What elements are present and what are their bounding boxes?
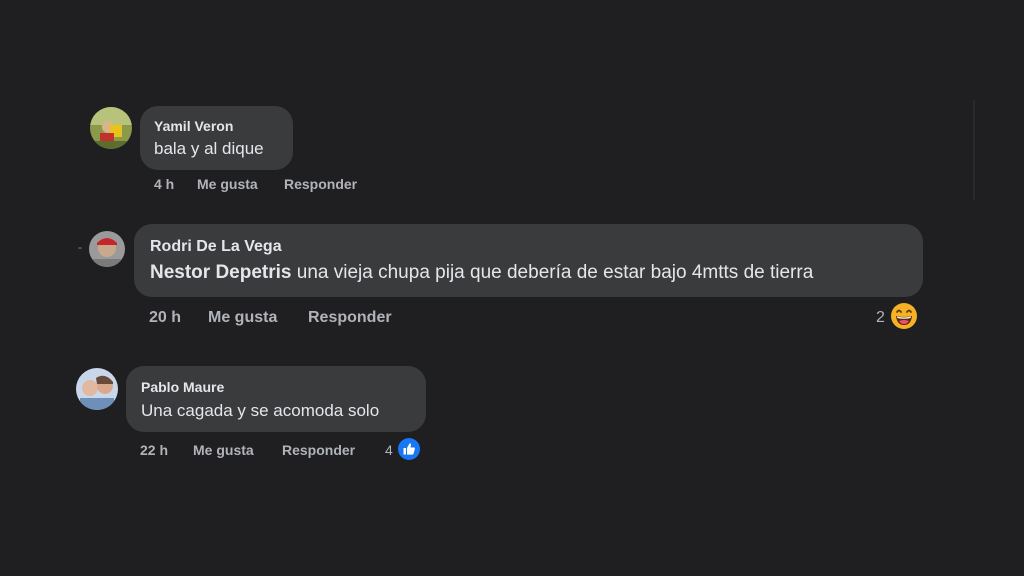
comment-author[interactable]: Rodri De La Vega xyxy=(150,238,282,256)
comment-author[interactable]: Yamil Veron xyxy=(154,118,233,134)
reply-button[interactable]: Responder xyxy=(282,442,355,458)
avatar[interactable] xyxy=(76,368,118,410)
comment-timestamp[interactable]: 4 h xyxy=(154,176,174,192)
avatar-photo xyxy=(90,107,132,149)
like-button[interactable]: Me gusta xyxy=(208,309,277,327)
thread-marker: - xyxy=(78,240,82,254)
comment-text: Una cagada y se acomoda solo xyxy=(141,401,380,420)
comment-text: bala y al dique xyxy=(154,139,264,158)
comment-bubble xyxy=(140,106,293,170)
comment-bubble xyxy=(126,366,426,432)
reaction-count[interactable]: 2 xyxy=(876,309,885,327)
reply-button[interactable]: Responder xyxy=(284,176,357,192)
comment-bubble xyxy=(134,224,923,297)
reply-button[interactable]: Responder xyxy=(308,309,392,327)
mention-link[interactable]: Nestor Depetris xyxy=(150,262,292,283)
comment-timestamp[interactable]: 22 h xyxy=(140,442,168,458)
comment-body: una vieja chupa pija que debería de esta… xyxy=(291,262,814,283)
reaction-count[interactable]: 4 xyxy=(385,442,393,458)
avatar[interactable] xyxy=(90,107,132,149)
avatar-photo xyxy=(76,368,118,410)
like-button[interactable]: Me gusta xyxy=(193,442,254,458)
scrollbar[interactable] xyxy=(973,100,975,200)
avatar[interactable] xyxy=(89,231,125,267)
like-button[interactable]: Me gusta xyxy=(197,176,258,192)
comment-timestamp[interactable]: 20 h xyxy=(149,309,181,327)
comments-section: Yamil Veron bala y al dique 4 h Me gusta… xyxy=(0,0,1024,576)
avatar-photo xyxy=(89,231,125,267)
laughing-emoji-icon[interactable] xyxy=(890,302,918,330)
thumbs-up-icon[interactable] xyxy=(397,437,421,461)
comment-author[interactable]: Pablo Maure xyxy=(141,379,224,395)
comment-text: Nestor Depetris una vieja chupa pija que… xyxy=(150,262,813,284)
